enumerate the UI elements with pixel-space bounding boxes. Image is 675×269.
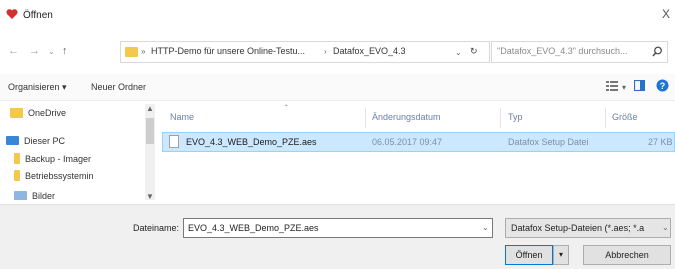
close-icon[interactable]: X	[662, 7, 675, 23]
sidebar-item-system[interactable]: Betriebssystemin	[14, 170, 94, 187]
search-placeholder: "Datafox_EVO_4.3" durchsuch...	[497, 46, 628, 56]
recent-locations-icon[interactable]: ⌄	[48, 47, 55, 56]
file-icon	[169, 135, 179, 148]
drive-icon	[14, 170, 20, 182]
sidebar-item-label: Betriebssystemin	[25, 171, 94, 181]
computer-icon	[6, 136, 19, 146]
file-type-filter-value: Datafox Setup-Dateien (*.aes; *.a	[511, 223, 645, 233]
chevron-down-icon[interactable]: ⌄	[455, 48, 462, 57]
folder-icon	[10, 107, 23, 118]
refresh-icon[interactable]: ↻	[470, 46, 478, 57]
breadcrumb-item[interactable]: Datafox_EVO_4.3	[333, 46, 406, 56]
view-options-icon[interactable]	[606, 80, 618, 91]
breadcrumb-separator: ›	[324, 47, 327, 56]
sidebar-item-pictures[interactable]: Bilder	[14, 191, 55, 200]
column-header-name[interactable]: Name	[170, 112, 194, 122]
column-divider[interactable]	[605, 108, 606, 128]
chevron-down-icon[interactable]: ⌄	[662, 223, 669, 232]
back-button[interactable]: ←	[8, 45, 19, 57]
new-folder-button[interactable]: Neuer Ordner	[91, 82, 146, 92]
filename-value: EVO_4.3_WEB_Demo_PZE.aes	[188, 223, 319, 233]
organize-button[interactable]: Organisieren ▾	[8, 82, 67, 93]
scroll-down-icon[interactable]: ▼	[146, 192, 154, 201]
column-header-date[interactable]: Änderungsdatum	[372, 112, 441, 122]
view-dropdown-icon[interactable]: ▾	[622, 83, 626, 92]
open-button[interactable]: Öffnen	[505, 245, 553, 265]
drive-icon	[14, 153, 20, 165]
sidebar-scrollbar-thumb[interactable]	[146, 118, 154, 144]
breadcrumb-overflow[interactable]: »	[141, 47, 145, 56]
search-icon[interactable]	[652, 46, 663, 57]
window-title: Öffnen	[23, 10, 53, 21]
column-header-type[interactable]: Typ	[508, 112, 523, 122]
column-divider[interactable]	[500, 108, 501, 128]
sidebar-item-backup[interactable]: Backup - Imager	[14, 153, 92, 170]
file-size: 27 KB	[648, 137, 673, 147]
file-date: 06.05.2017 09:47	[372, 137, 443, 147]
file-name[interactable]: EVO_4.3_WEB_Demo_PZE.aes	[186, 137, 317, 147]
breadcrumb-item[interactable]: HTTP-Demo für unsere Online-Testu...	[151, 46, 305, 56]
filename-label: Dateiname:	[133, 223, 180, 233]
sidebar-item-onedrive[interactable]: OneDrive	[10, 107, 67, 124]
column-header-size[interactable]: Größe	[612, 112, 638, 122]
heart-app-icon	[6, 9, 18, 19]
forward-button[interactable]: →	[29, 45, 40, 57]
preview-pane-icon[interactable]	[634, 80, 645, 91]
column-divider[interactable]	[365, 108, 366, 128]
scroll-up-icon[interactable]: ▲	[146, 104, 154, 113]
title-bar	[0, 0, 675, 30]
help-icon[interactable]: ?	[656, 79, 669, 92]
sort-indicator-icon: ˆ	[285, 104, 288, 113]
cancel-button[interactable]: Abbrechen	[583, 245, 671, 265]
sidebar-item-label: OneDrive	[28, 108, 67, 118]
up-button[interactable]: ↑	[62, 45, 68, 57]
sidebar-item-label: Backup - Imager	[25, 154, 92, 164]
open-dropdown-button[interactable]: ▾	[553, 245, 569, 265]
pictures-icon	[14, 191, 27, 200]
sidebar-item-label: Dieser PC	[24, 136, 66, 146]
sidebar-item-label: Bilder	[32, 191, 56, 200]
sidebar-item-this-pc[interactable]: Dieser PC	[6, 136, 65, 152]
file-type: Datafox Setup Datei	[508, 137, 589, 147]
svg-text:?: ?	[660, 81, 666, 91]
chevron-down-icon[interactable]: ⌄	[482, 223, 489, 232]
folder-icon	[125, 46, 138, 57]
